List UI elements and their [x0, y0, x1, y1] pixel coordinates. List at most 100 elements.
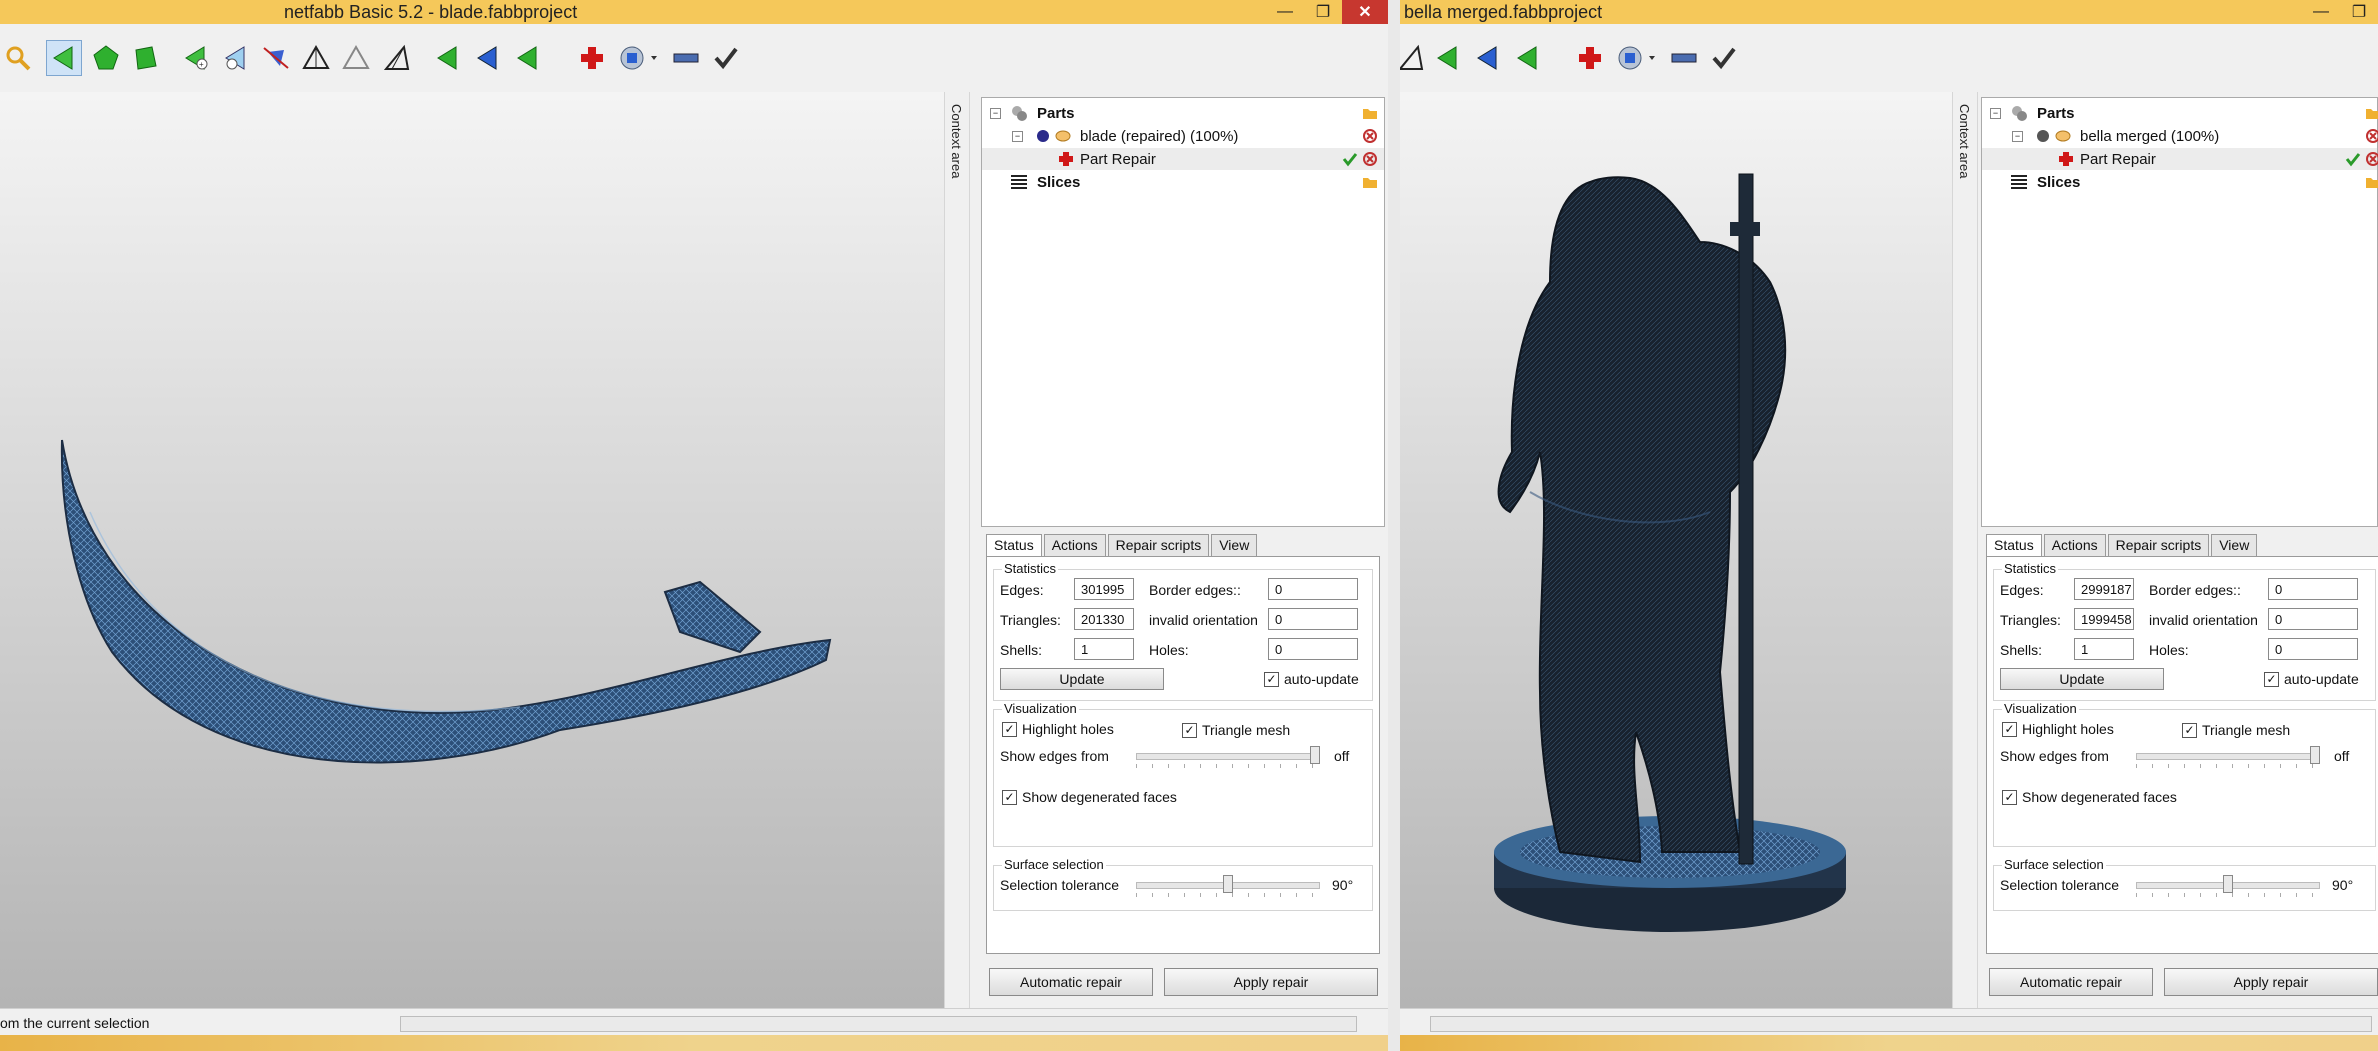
tree-row-parts[interactable]: − Parts — [982, 102, 1384, 124]
edges-field[interactable]: 2999187 — [2074, 578, 2134, 600]
triangles-field[interactable]: 201330 — [1074, 608, 1134, 630]
select-shell-icon[interactable] — [88, 40, 124, 76]
automatic-repair-button[interactable]: Automatic repair — [1989, 968, 2153, 996]
maximize-button[interactable]: ❐ — [2340, 0, 2378, 24]
shells-field[interactable]: 1 — [1074, 638, 1134, 660]
selection-tolerance-slider[interactable] — [2136, 875, 2320, 897]
eye-icon[interactable] — [2054, 127, 2072, 145]
show-edges-slider[interactable] — [2136, 746, 2320, 768]
auto-update-checkbox[interactable]: ✓ — [1264, 672, 1279, 687]
tetra-stack-icon[interactable] — [378, 40, 414, 76]
select-surface-icon[interactable] — [128, 40, 164, 76]
triangle-mesh-checkbox[interactable]: ✓ — [1182, 723, 1197, 738]
slider-thumb[interactable] — [2223, 875, 2233, 893]
tab-view[interactable]: View — [2211, 534, 2258, 557]
remove-icon[interactable] — [1362, 151, 1378, 167]
tab-status[interactable]: Status — [986, 534, 1042, 557]
tetra-icon[interactable] — [298, 40, 334, 76]
red-cross-repair-icon[interactable] — [574, 40, 610, 76]
apply-repair-button[interactable]: Apply repair — [2164, 968, 2378, 996]
border-edges-field[interactable]: 0 — [2268, 578, 2358, 600]
holes-field[interactable]: 0 — [1268, 638, 1358, 660]
remove-icon[interactable] — [2365, 128, 2378, 144]
3d-viewport[interactable] — [0, 92, 944, 1008]
remove-triangle-icon[interactable] — [218, 40, 254, 76]
collapse-icon[interactable]: − — [1012, 130, 1023, 142]
folder-icon[interactable] — [2365, 174, 2378, 190]
close-button[interactable]: ✕ — [1342, 0, 1388, 24]
tree-row-part-repair[interactable]: Part Repair — [1982, 148, 2378, 170]
tree-row-parts[interactable]: − Parts — [1982, 102, 2378, 124]
border-edges-field[interactable]: 0 — [1268, 578, 1358, 600]
holes-field[interactable]: 0 — [2268, 638, 2358, 660]
slider-thumb[interactable] — [1310, 746, 1320, 764]
tab-status[interactable]: Status — [1986, 534, 2042, 557]
ruler-icon[interactable] — [1666, 40, 1702, 76]
remove-icon[interactable] — [2365, 151, 2378, 167]
select-triangle-icon[interactable] — [46, 40, 82, 76]
apply-repair-button[interactable]: Apply repair — [1164, 968, 1378, 996]
tab-actions[interactable]: Actions — [1043, 534, 1106, 557]
context-area-sidebar[interactable]: Context area — [1952, 92, 1978, 1008]
remove-icon[interactable] — [1362, 128, 1378, 144]
selection-tolerance-slider[interactable] — [1136, 875, 1320, 897]
search-zoom-icon[interactable] — [0, 40, 36, 76]
tab-view[interactable]: View — [1211, 534, 1258, 557]
invalid-orientation-field[interactable]: 0 — [2268, 608, 2358, 630]
red-cross-repair-icon[interactable] — [1572, 40, 1608, 76]
show-edges-slider[interactable] — [1136, 746, 1320, 768]
green-triangle-left-icon[interactable] — [1430, 40, 1466, 76]
tetra-stack-icon[interactable] — [1400, 40, 1428, 76]
slider-thumb[interactable] — [1223, 875, 1233, 893]
green-triangle-right-icon[interactable] — [510, 40, 546, 76]
blue-triangle-icon[interactable] — [470, 40, 506, 76]
triangle-mesh-checkbox[interactable]: ✓ — [2182, 723, 2197, 738]
collapse-icon[interactable]: − — [2012, 130, 2023, 142]
edges-field[interactable]: 301995 — [1074, 578, 1134, 600]
invalid-orientation-field[interactable]: 0 — [1268, 608, 1358, 630]
tab-actions[interactable]: Actions — [2043, 534, 2106, 557]
repair-dropdown-icon[interactable] — [1612, 40, 1662, 76]
ruler-icon[interactable] — [668, 40, 704, 76]
checkmark-icon[interactable] — [1706, 40, 1742, 76]
apply-check-icon[interactable] — [1342, 151, 1358, 167]
tab-repair-scripts[interactable]: Repair scripts — [2107, 534, 2210, 557]
auto-update-checkbox[interactable]: ✓ — [2264, 672, 2279, 687]
highlight-holes-checkbox[interactable]: ✓ — [1002, 722, 1017, 737]
green-triangle-left-icon[interactable] — [430, 40, 466, 76]
tree-row-part[interactable]: − bella merged (100%) — [1982, 125, 2378, 147]
maximize-button[interactable]: ❐ — [1304, 0, 1342, 24]
tree-row-slices[interactable]: Slices — [982, 171, 1384, 193]
tree-row-part-repair[interactable]: Part Repair — [982, 148, 1384, 170]
shells-field[interactable]: 1 — [2074, 638, 2134, 660]
collapse-icon[interactable]: − — [990, 107, 1001, 119]
folder-icon[interactable] — [2365, 105, 2378, 121]
tree-row-part[interactable]: − blade (repaired) (100%) — [982, 125, 1384, 147]
minimize-button[interactable]: — — [1266, 0, 1304, 24]
automatic-repair-button[interactable]: Automatic repair — [989, 968, 1153, 996]
tab-repair-scripts[interactable]: Repair scripts — [1107, 534, 1210, 557]
context-area-sidebar[interactable]: Context area — [944, 92, 970, 1008]
3d-viewport[interactable] — [1400, 92, 1952, 1008]
slider-thumb[interactable] — [2310, 746, 2320, 764]
checkmark-icon[interactable] — [708, 40, 744, 76]
collapse-icon[interactable]: − — [1990, 107, 2001, 119]
folder-icon[interactable] — [1362, 174, 1378, 190]
tetra-gray-icon[interactable] — [338, 40, 374, 76]
highlight-holes-checkbox[interactable]: ✓ — [2002, 722, 2017, 737]
blue-triangle-icon[interactable] — [1470, 40, 1506, 76]
update-button[interactable]: Update — [1000, 668, 1164, 690]
minimize-button[interactable]: — — [2302, 0, 2340, 24]
repair-dropdown-icon[interactable] — [614, 40, 664, 76]
green-triangle-right-icon[interactable] — [1510, 40, 1546, 76]
folder-icon[interactable] — [1362, 105, 1378, 121]
degenerated-faces-checkbox[interactable]: ✓ — [2002, 790, 2017, 805]
apply-check-icon[interactable] — [2345, 151, 2361, 167]
cut-icon[interactable] — [258, 40, 294, 76]
degenerated-faces-checkbox[interactable]: ✓ — [1002, 790, 1017, 805]
triangles-field[interactable]: 1999458 — [2074, 608, 2134, 630]
add-triangle-icon[interactable]: + — [178, 40, 214, 76]
eye-icon[interactable] — [1054, 127, 1072, 145]
tree-row-slices[interactable]: Slices — [1982, 171, 2378, 193]
update-button[interactable]: Update — [2000, 668, 2164, 690]
